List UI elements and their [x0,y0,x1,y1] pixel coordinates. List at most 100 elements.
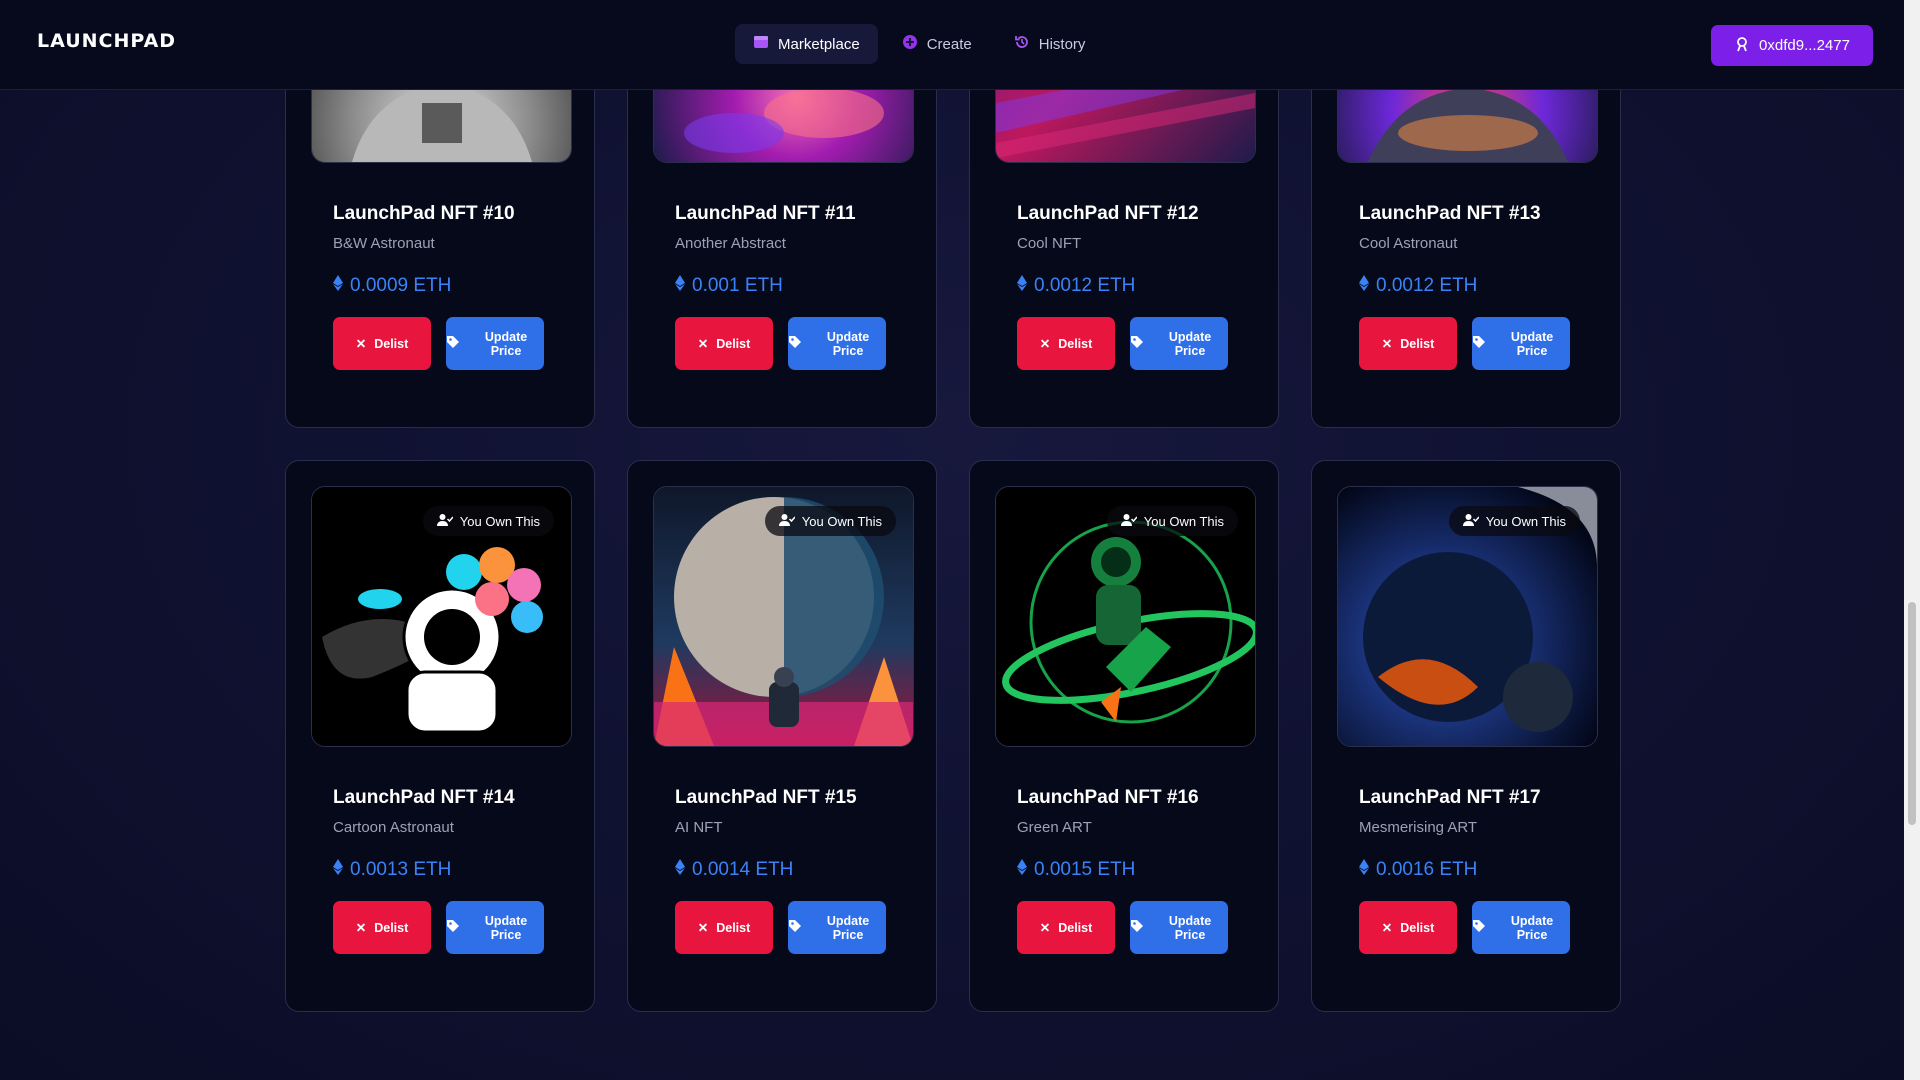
delist-button[interactable]: ✕ Delist [675,317,773,370]
tag-icon [788,335,802,352]
nav-marketplace-label: Marketplace [778,35,860,53]
tag-icon [1472,919,1486,936]
nft-subtitle: B&W Astronaut [333,235,435,252]
eth-icon [675,275,685,297]
nft-price: 0.0012 ETH [1359,275,1477,297]
nft-price-value: 0.0015 ETH [1034,859,1136,880]
nft-title: LaunchPad NFT #17 [1359,787,1541,808]
delist-button[interactable]: ✕ Delist [675,901,773,954]
update-price-label: Update Price [826,913,870,942]
nft-subtitle: Cool Astronaut [1359,235,1458,252]
delist-label: Delist [374,920,409,935]
update-price-button[interactable]: Update Price [788,317,886,370]
close-icon: ✕ [697,921,709,935]
nav-history[interactable]: History [996,24,1104,64]
nft-price: 0.001 ETH [675,275,783,297]
close-icon: ✕ [355,337,367,351]
update-price-button[interactable]: Update Price [788,901,886,954]
history-icon [1014,34,1030,54]
owned-badge: You Own This [764,506,896,536]
delist-button[interactable]: ✕ Delist [1359,317,1457,370]
delist-button[interactable]: ✕ Delist [333,901,431,954]
page-scrollbar[interactable] [1904,0,1920,1080]
tag-icon [446,335,460,352]
nft-price-value: 0.0012 ETH [1376,275,1478,296]
nft-price: 0.0016 ETH [1359,859,1477,881]
close-icon: ✕ [1039,921,1051,935]
eth-icon [333,275,343,297]
delist-button[interactable]: ✕ Delist [1017,901,1115,954]
nft-image[interactable]: You Own This [1337,486,1598,747]
close-icon: ✕ [1381,337,1393,351]
owned-badge-label: You Own This [1485,513,1566,529]
close-icon: ✕ [1381,921,1393,935]
plus-circle-icon [902,34,918,54]
eth-icon [1017,859,1027,881]
user-badge-icon [1734,36,1750,56]
main-nav: Marketplace Create History [735,24,1103,64]
wallet-button[interactable]: 0xdfd9...2477 [1711,25,1873,66]
nft-image[interactable]: You Own This [995,486,1256,747]
nft-card: You Own This LaunchPad NFT #15 AI NFT 0.… [627,460,937,1012]
nft-price: 0.0012 ETH [1017,275,1135,297]
nft-image[interactable]: You Own This [311,486,572,747]
close-icon: ✕ [697,337,709,351]
nft-grid: LaunchPad NFT #10 B&W Astronaut 0.0009 E… [285,0,1621,1080]
nav-create[interactable]: Create [884,24,990,64]
delist-button[interactable]: ✕ Delist [1359,901,1457,954]
wallet-address: 0xdfd9...2477 [1759,37,1850,54]
eth-icon [333,859,343,881]
eth-icon [1359,859,1369,881]
update-price-label: Update Price [484,913,528,942]
nft-title: LaunchPad NFT #12 [1017,203,1199,224]
update-price-label: Update Price [1168,329,1212,358]
nft-subtitle: AI NFT [675,819,723,836]
delist-button[interactable]: ✕ Delist [1017,317,1115,370]
eth-icon [1359,275,1369,297]
nft-card: You Own This LaunchPad NFT #17 Mesmerisi… [1311,460,1621,1012]
update-price-label: Update Price [1510,913,1554,942]
nft-price-value: 0.0016 ETH [1376,859,1478,880]
nav-create-label: Create [926,35,972,53]
delist-label: Delist [1400,920,1435,935]
launchpad-logo[interactable]: LAUNCHPAD [37,30,176,52]
nft-price-value: 0.0009 ETH [350,275,452,296]
nft-subtitle: Cool NFT [1017,235,1082,252]
nft-title: LaunchPad NFT #10 [333,203,515,224]
nav-history-label: History [1038,35,1086,53]
nft-price: 0.0009 ETH [333,275,451,297]
user-check-icon [436,513,454,530]
nft-card: You Own This LaunchPad NFT #16 Green ART… [969,460,1279,1012]
tag-icon [788,919,802,936]
update-price-label: Update Price [484,329,528,358]
close-icon: ✕ [1039,337,1051,351]
store-icon [753,34,769,54]
update-price-button[interactable]: Update Price [446,317,544,370]
eth-icon [675,859,685,881]
nft-subtitle: Green ART [1017,819,1092,836]
delist-label: Delist [1058,336,1093,351]
nft-subtitle: Mesmerising ART [1359,819,1478,836]
nft-price-value: 0.001 ETH [692,275,783,296]
delist-label: Delist [716,920,751,935]
owned-badge: You Own This [1448,506,1580,536]
top-navbar: LAUNCHPAD Marketplace Create History 0xd… [0,0,1904,90]
user-check-icon [778,513,796,530]
owned-badge-label: You Own This [1143,513,1224,529]
update-price-button[interactable]: Update Price [1130,901,1228,954]
nft-title: LaunchPad NFT #13 [1359,203,1541,224]
nft-image[interactable]: You Own This [653,486,914,747]
nft-price-value: 0.0012 ETH [1034,275,1136,296]
owned-badge: You Own This [422,506,554,536]
owned-badge: You Own This [1106,506,1238,536]
update-price-button[interactable]: Update Price [1472,901,1570,954]
update-price-button[interactable]: Update Price [446,901,544,954]
update-price-button[interactable]: Update Price [1130,317,1228,370]
delist-button[interactable]: ✕ Delist [333,317,431,370]
update-price-button[interactable]: Update Price [1472,317,1570,370]
scrollbar-thumb[interactable] [1908,602,1916,825]
nft-title: LaunchPad NFT #15 [675,787,857,808]
nav-marketplace[interactable]: Marketplace [735,24,878,64]
nft-price: 0.0015 ETH [1017,859,1135,881]
nft-title: LaunchPad NFT #11 [675,203,856,224]
